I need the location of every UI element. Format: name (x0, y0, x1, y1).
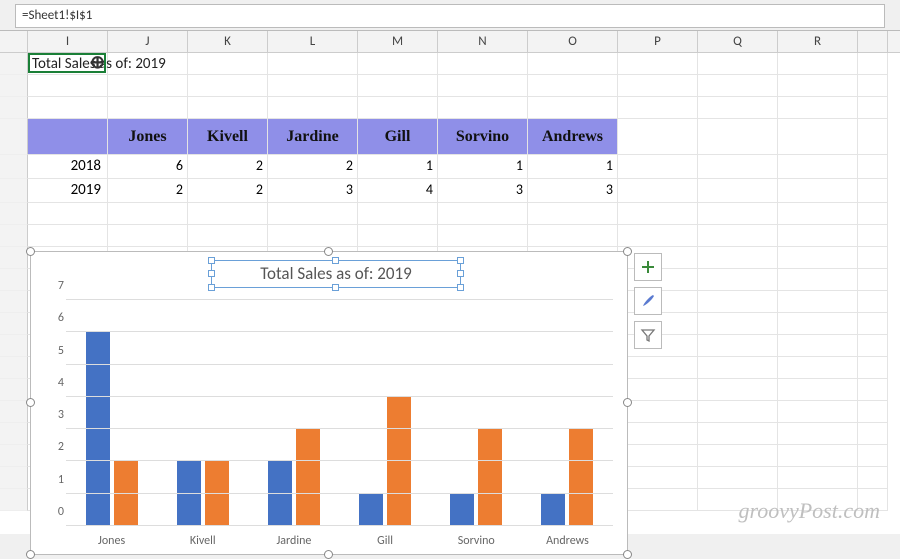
resize-handle[interactable] (623, 398, 632, 407)
title-handle[interactable] (332, 257, 339, 264)
x-tick-label: Jardine (248, 534, 339, 548)
x-tick-label: Sorvino (431, 534, 522, 548)
col-header[interactable]: M (358, 31, 438, 52)
chart-elements-button[interactable] (634, 253, 662, 281)
formula-bar[interactable]: =Sheet1!$I$1 (15, 4, 885, 28)
title-handle[interactable] (457, 284, 464, 291)
plot-area[interactable]: 01234567 (66, 300, 613, 526)
title-handle[interactable] (332, 284, 339, 291)
cell[interactable]: 3 (268, 179, 358, 203)
watermark: groovyPost.com (738, 498, 880, 524)
col-header[interactable]: P (618, 31, 698, 52)
y-tick-label: 1 (42, 473, 64, 487)
cell[interactable]: 2 (268, 155, 358, 179)
resize-handle[interactable] (26, 550, 35, 559)
y-tick-label: 7 (42, 279, 64, 293)
bar[interactable] (177, 461, 201, 526)
col-header[interactable]: K (188, 31, 268, 52)
x-tick-label: Gill (340, 534, 431, 548)
cell[interactable]: 6 (108, 155, 188, 179)
gridline (66, 525, 613, 526)
grid-body[interactable]: Jones Kivell Jardine Gill Sorvino Andrew… (0, 53, 900, 534)
x-tick-label: Jones (66, 534, 157, 548)
funnel-icon (640, 327, 656, 343)
cell[interactable]: 2 (188, 155, 268, 179)
resize-handle[interactable] (26, 247, 35, 256)
chart-side-buttons (634, 253, 662, 349)
table-header[interactable]: Andrews (528, 119, 618, 155)
table-header[interactable]: Jardine (268, 119, 358, 155)
paintbrush-icon (640, 293, 656, 309)
y-tick-label: 2 (42, 440, 64, 454)
col-header[interactable]: R (778, 31, 858, 52)
col-header[interactable]: I (28, 31, 108, 52)
resize-handle[interactable] (623, 550, 632, 559)
cell[interactable] (108, 53, 188, 75)
gridline (66, 299, 613, 300)
col-header[interactable]: O (528, 31, 618, 52)
bar[interactable] (268, 461, 292, 526)
cell[interactable]: 3 (438, 179, 528, 203)
bar[interactable] (569, 429, 593, 526)
chart-filter-button[interactable] (634, 321, 662, 349)
title-handle[interactable] (208, 284, 215, 291)
gridline (66, 396, 613, 397)
y-tick-label: 5 (42, 344, 64, 358)
x-tick-label: Andrews (522, 534, 613, 548)
resize-handle[interactable] (324, 550, 333, 559)
gridline (66, 460, 613, 461)
bar[interactable] (450, 494, 474, 526)
cell[interactable] (28, 53, 108, 75)
chart-title-text: Total Sales as of: 2019 (260, 263, 412, 284)
title-handle[interactable] (208, 257, 215, 264)
cell[interactable]: 1 (528, 155, 618, 179)
y-tick-label: 6 (42, 311, 64, 325)
bar[interactable] (359, 494, 383, 526)
table-header[interactable]: Kivell (188, 119, 268, 155)
column-headers: I J K L M N O P Q R (0, 31, 900, 53)
table-header[interactable]: Gill (358, 119, 438, 155)
row-label[interactable]: 2019 (28, 179, 108, 203)
cell[interactable]: 1 (438, 155, 528, 179)
chart-styles-button[interactable] (634, 287, 662, 315)
chart-title[interactable]: Total Sales as of: 2019 (211, 260, 461, 288)
table-header[interactable]: Jones (108, 119, 188, 155)
title-handle[interactable] (457, 270, 464, 277)
bar[interactable] (478, 429, 502, 526)
chart-object[interactable]: Total Sales as of: 2019 01234567 JonesKi… (30, 251, 628, 555)
col-header[interactable]: L (268, 31, 358, 52)
title-handle[interactable] (208, 270, 215, 277)
bar[interactable] (541, 494, 565, 526)
row-label[interactable]: 2018 (28, 155, 108, 179)
col-header[interactable]: J (108, 31, 188, 52)
col-header[interactable]: N (438, 31, 528, 52)
table-header[interactable]: Sorvino (438, 119, 528, 155)
resize-handle[interactable] (26, 398, 35, 407)
resize-handle[interactable] (324, 247, 333, 256)
title-handle[interactable] (457, 257, 464, 264)
bar[interactable] (296, 429, 320, 526)
gridline (66, 493, 613, 494)
bar[interactable] (114, 461, 138, 526)
cell[interactable]: 2 (188, 179, 268, 203)
cell[interactable]: 2 (108, 179, 188, 203)
gridline (66, 428, 613, 429)
cell[interactable]: 1 (358, 155, 438, 179)
gridline (66, 331, 613, 332)
bar[interactable] (205, 461, 229, 526)
y-tick-label: 0 (42, 505, 64, 519)
gridline (66, 364, 613, 365)
y-tick-label: 4 (42, 376, 64, 390)
x-tick-label: Kivell (157, 534, 248, 548)
plus-icon (640, 259, 656, 275)
col-header[interactable]: Q (698, 31, 778, 52)
cell[interactable]: 3 (528, 179, 618, 203)
resize-handle[interactable] (623, 247, 632, 256)
cell[interactable]: 4 (358, 179, 438, 203)
spreadsheet-grid[interactable]: I J K L M N O P Q R Jones Kivell (0, 30, 900, 534)
y-tick-label: 3 (42, 408, 64, 422)
